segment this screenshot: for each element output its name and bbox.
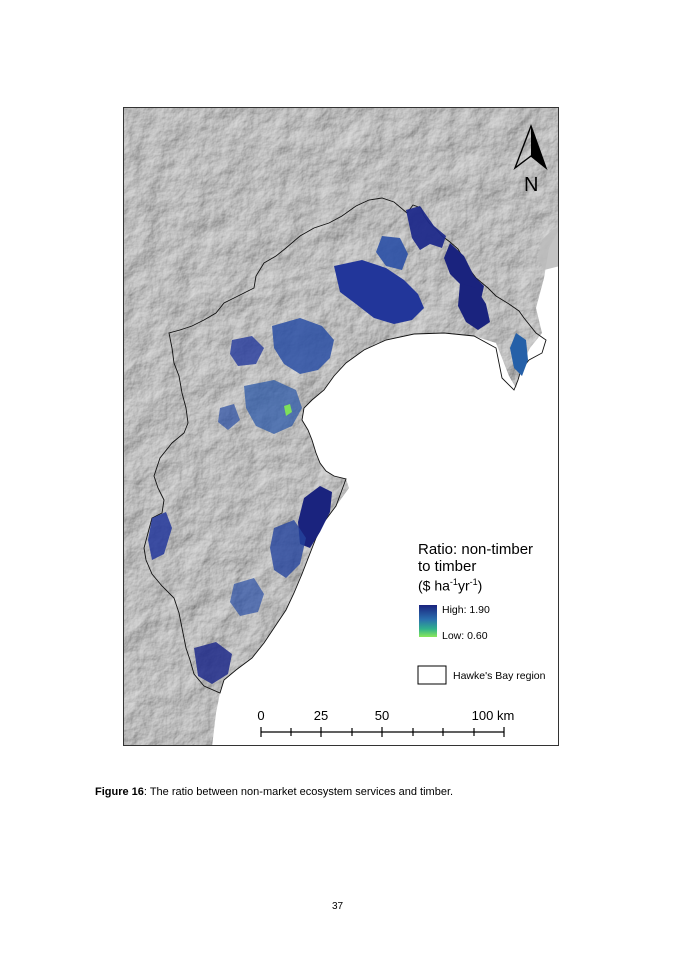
legend-region-swatch	[417, 665, 447, 685]
figure-caption: Figure 16: The ratio between non-market …	[95, 786, 453, 798]
legend-low-label: Low: 0.60	[442, 630, 488, 642]
figure-label: Figure 16	[95, 786, 144, 798]
caption-text: : The ratio between non-market ecosystem…	[143, 786, 454, 798]
scale-tick-100: 100 km	[471, 708, 515, 723]
legend-title-line1: Ratio: non-timber	[418, 541, 534, 558]
scale-tick-0: 0	[257, 708, 265, 723]
legend-title-line2: to timber	[418, 558, 477, 575]
page-number: 37	[331, 901, 344, 912]
legend-units: ($ ha-1yr-1)	[418, 577, 483, 594]
north-label: N	[524, 174, 538, 196]
map-canvas: N	[124, 108, 558, 745]
legend-region-label: Hawke's Bay region	[453, 670, 546, 682]
legend-high-label: High: 1.90	[442, 604, 490, 616]
scale-tick-25: 25	[313, 708, 329, 723]
map-frame: N Ratio: non-timber to timber ($ ha-1yr-…	[123, 107, 559, 746]
scale-tick-50: 50	[374, 708, 390, 723]
legend-ramp	[419, 605, 437, 637]
